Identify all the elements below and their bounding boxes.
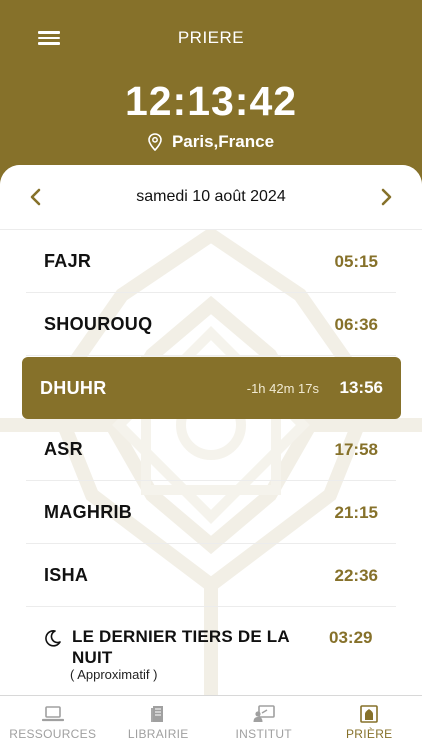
location[interactable]: Paris,France xyxy=(0,132,422,152)
bottom-tab-bar: RESSOURCES LIBRAIRIE INSTITUT PRIÈRE xyxy=(0,695,422,750)
chevron-right-icon[interactable] xyxy=(374,185,398,209)
prayer-card: samedi 10 août 2024 FAJR 05:15 SHOUROUQ … xyxy=(0,165,422,695)
mosque-icon xyxy=(360,705,379,723)
chevron-left-icon[interactable] xyxy=(24,185,48,209)
page-title: PRIERE xyxy=(177,28,245,47)
tab-label: PRIÈRE xyxy=(346,727,393,741)
tab-priere[interactable]: PRIÈRE xyxy=(317,696,422,750)
teacher-icon xyxy=(253,705,275,722)
prayer-time: 22:36 xyxy=(334,565,378,585)
book-icon xyxy=(151,706,164,722)
moon-icon xyxy=(45,630,61,647)
laptop-icon xyxy=(41,706,64,722)
prayer-time: 06:36 xyxy=(334,314,378,334)
prayer-name: ASR xyxy=(44,439,83,459)
location-label: Paris,France xyxy=(171,132,275,151)
date-navigator: samedi 10 août 2024 xyxy=(0,165,422,230)
prayer-row-maghrib[interactable]: MAGHRIB 21:15 xyxy=(26,482,396,544)
prayer-time: 21:15 xyxy=(334,502,378,522)
prayer-countdown: -1h 42m 17s xyxy=(246,380,319,396)
last-third-note: ( Approximatif ) xyxy=(70,667,158,682)
prayer-name: ISHA xyxy=(44,565,89,585)
prayer-row-dhuhr[interactable]: DHUHR -1h 42m 17s 13:56 xyxy=(22,357,401,419)
prayer-row-asr[interactable]: ASR 17:58 xyxy=(26,419,396,481)
prayer-row-isha[interactable]: ISHA 22:36 xyxy=(26,545,396,607)
prayer-time: 05:15 xyxy=(334,251,378,271)
tab-ressources[interactable]: RESSOURCES xyxy=(0,696,106,750)
prayer-row-shourouq[interactable]: SHOUROUQ 06:36 xyxy=(26,294,396,356)
map-pin-icon xyxy=(148,133,162,151)
tab-label: LIBRAIRIE xyxy=(127,727,189,741)
prayer-name: DHUHR xyxy=(40,377,107,398)
last-third-time: 03:29 xyxy=(329,628,373,647)
prayer-time: 13:56 xyxy=(339,378,383,397)
prayer-name: SHOUROUQ xyxy=(44,314,153,334)
current-date: samedi 10 août 2024 xyxy=(136,188,286,205)
prayer-name: FAJR xyxy=(44,251,92,271)
prayer-row-fajr[interactable]: FAJR 05:15 xyxy=(26,231,396,293)
tab-label: INSTITUT xyxy=(235,727,292,741)
tab-institut[interactable]: INSTITUT xyxy=(211,696,317,750)
prayer-time: 17:58 xyxy=(334,439,378,459)
tab-librairie[interactable]: LIBRAIRIE xyxy=(106,696,212,750)
tab-label: RESSOURCES xyxy=(9,727,97,741)
current-time: 12:13:42 xyxy=(124,78,298,124)
last-third-name: LE DERNIER TIERS DE LA NUIT xyxy=(72,627,290,667)
prayer-name: MAGHRIB xyxy=(44,502,133,522)
